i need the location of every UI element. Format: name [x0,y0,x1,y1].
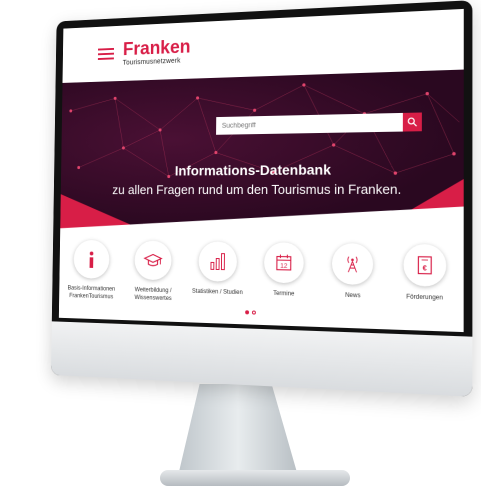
hero-subtitle: zu allen Fragen rund um den Tourismus in… [112,181,402,197]
category-label: Basis-Informationen FrankenTourismus [67,285,116,300]
calendar-icon: 12 [273,251,295,274]
category-basis-informationen[interactable]: Basis-Informationen FrankenTourismus [62,239,122,302]
monitor-mockup: Franken Tourismusnetzwerk Suchbegriff In… [0,0,481,497]
category-label: Förderungen [406,294,443,302]
graduation-cap-icon [143,249,164,271]
carousel-dot-1[interactable] [244,310,249,315]
info-icon [89,251,94,268]
category-label: News [345,292,361,300]
monitor-stand [178,384,298,476]
hero-title: Informations-Datenbank [174,161,332,179]
broadcast-tower-icon [342,252,365,275]
calendar-day-text: 12 [280,263,288,271]
monitor-stand-base [160,470,350,486]
hero-banner: Informations-Datenbank zu allen Fragen r… [60,69,464,232]
category-carousel: Basis-Informationen FrankenTourismus Wei… [59,239,464,312]
logo-subtitle: Tourismusnetzwerk [122,57,181,67]
carousel-dot-2[interactable] [251,310,256,315]
search-icon [407,117,418,128]
monitor: Franken Tourismusnetzwerk Suchbegriff In… [50,0,473,397]
category-label: Weiterbildung / Wissenswertes [134,287,172,302]
euro-document-icon: € [413,254,437,278]
svg-text:€: € [422,265,426,273]
category-label: Statistiken / Studien [192,288,243,297]
category-foerderungen[interactable]: € Förderungen [389,243,460,312]
network-background-graphic [60,70,464,232]
category-statistiken[interactable]: Statistiken / Studien [186,241,250,305]
hamburger-menu-icon[interactable] [97,47,115,60]
category-news[interactable]: News [319,243,387,310]
bar-chart-icon [207,250,228,272]
logo[interactable]: Franken Tourismusnetzwerk [122,36,191,67]
search-button[interactable] [402,112,422,132]
website-screen: Franken Tourismusnetzwerk Suchbegriff In… [58,8,464,333]
logo-name: Franken [122,36,191,60]
search-input[interactable] [216,118,403,130]
category-weiterbildung[interactable]: Weiterbildung / Wissenswertes [123,240,185,303]
category-termine[interactable]: 12 Termine [251,242,317,307]
search-bar [216,112,422,135]
category-label: Termine [273,290,295,298]
